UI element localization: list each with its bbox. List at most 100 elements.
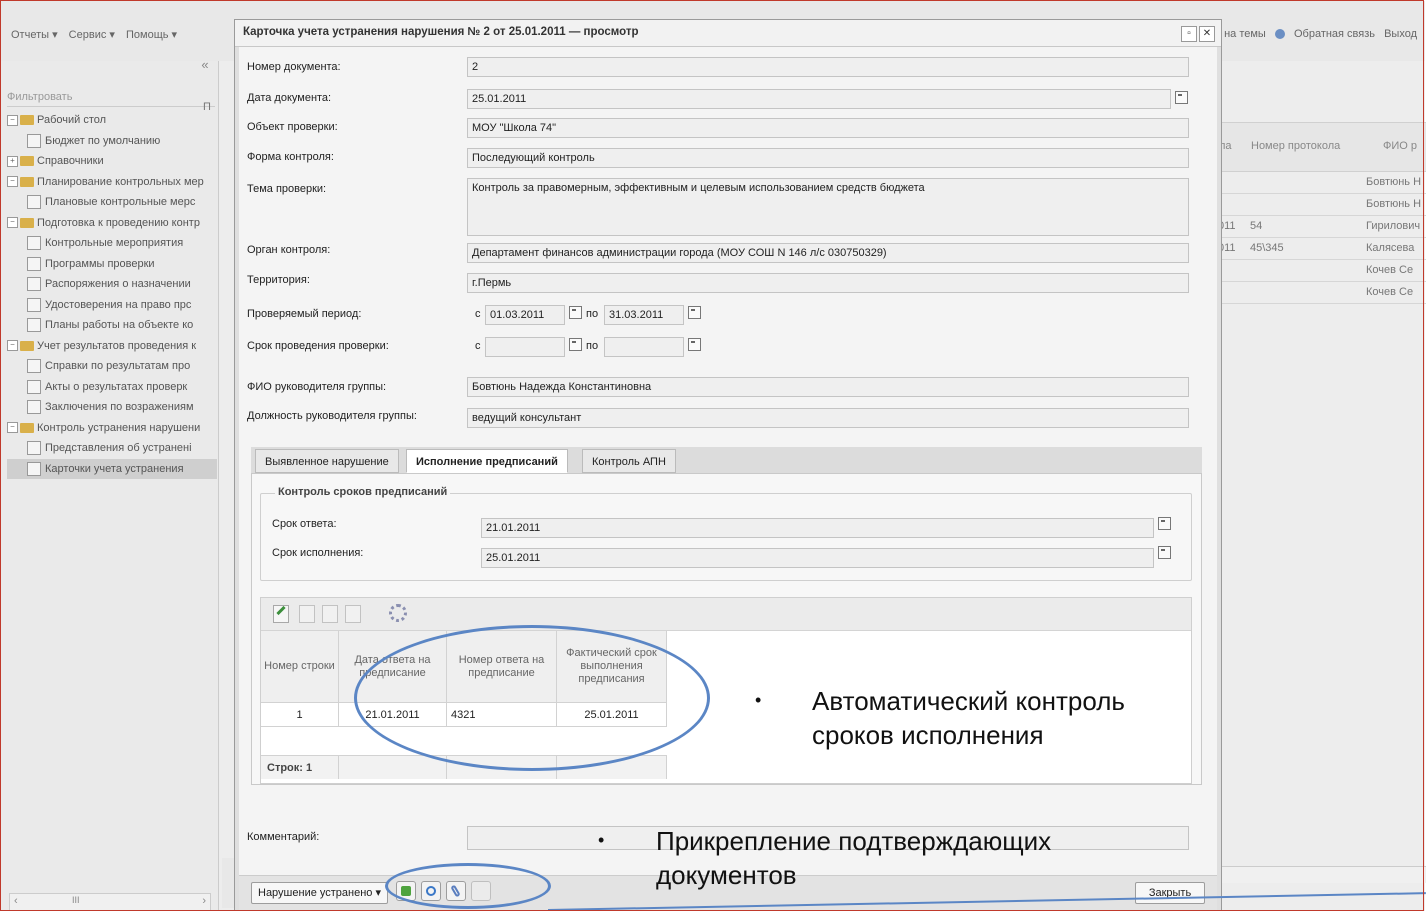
tree-item[interactable]: Представления об устранені <box>7 438 217 459</box>
menu-service[interactable]: Сервис ▾ <box>69 29 115 41</box>
list-grid-header: ла Номер протокола ФИО р <box>1216 122 1426 172</box>
expand-icon[interactable]: + <box>7 155 18 167</box>
tab-control-apn[interactable]: Контроль АПН <box>582 449 676 473</box>
collapse-icon[interactable]: − <box>7 340 18 352</box>
scroll-right-arrow[interactable]: › <box>202 895 206 907</box>
list-row[interactable]: 011 54 Гирилович <box>1216 215 1426 238</box>
tab-execution[interactable]: Исполнение предписаний <box>406 449 568 473</box>
menu-feedback[interactable]: Обратная связь <box>1294 28 1375 40</box>
period-from-field[interactable]: 01.03.2011 <box>485 305 565 325</box>
tab-detected-violation[interactable]: Выявленное нарушение <box>255 449 399 473</box>
doc-date-field[interactable]: 25.01.2011 <box>467 89 1171 109</box>
comment-label: Комментарий: <box>247 831 320 843</box>
deadline-fieldset-legend: Контроль сроков предписаний <box>275 486 451 498</box>
calendar-icon[interactable] <box>688 338 701 351</box>
tree-item[interactable]: Плановые контрольные мерс <box>7 192 217 213</box>
status-dropdown-button[interactable]: Нарушение устранено ▾ <box>251 882 389 904</box>
organ-field[interactable]: Департамент финансов администрации город… <box>467 243 1189 263</box>
collapse-icon[interactable]: − <box>7 176 18 188</box>
add-row-icon[interactable] <box>299 605 315 623</box>
object-field[interactable]: МОУ "Школа 74" <box>467 118 1189 138</box>
menu-themes[interactable]: на темы <box>1224 28 1266 40</box>
tree-item[interactable]: Заключения по возражениям <box>7 397 217 418</box>
close-icon[interactable]: ✕ <box>1199 26 1215 42</box>
collapse-panel-button[interactable]: « <box>196 57 214 75</box>
menu-reports[interactable]: Отчеты ▾ <box>11 29 58 41</box>
col-header-row-number[interactable]: Номер строки <box>261 631 339 703</box>
tree-item[interactable]: − Планирование контрольных мер <box>7 172 217 193</box>
tree-item[interactable]: Карточки учета устранения <box>7 458 217 479</box>
tree-item-label: Планы работы на объекте ко <box>45 319 194 331</box>
tree-item[interactable]: − Контроль устранения нарушени <box>7 418 217 439</box>
duration-to-field[interactable] <box>604 337 684 357</box>
list-row[interactable]: 011 45\345 Калясева <box>1216 237 1426 260</box>
navigation-tree: − Рабочий стол Бюджет по умолчанию + Справоч… <box>7 110 217 479</box>
territory-field[interactable]: г.Пермь <box>467 273 1189 293</box>
form-field[interactable]: Последующий контроль <box>467 148 1189 168</box>
tree-item[interactable]: Планы работы на объекте ко <box>7 315 217 336</box>
period-to-field[interactable]: 31.03.2011 <box>604 305 684 325</box>
document-icon <box>27 441 41 456</box>
tree-item-label: Программы проверки <box>45 257 155 270</box>
tree-item[interactable]: Контрольные мероприятия <box>7 233 217 254</box>
tree-horizontal-scrollbar[interactable]: ‹ III › <box>9 893 211 911</box>
tree-item-label: Контрольные мероприятия <box>45 237 184 249</box>
form-label: Форма контроля: <box>247 151 334 163</box>
tree-item[interactable]: Акты о результатах проверк <box>7 377 217 398</box>
collapse-icon[interactable]: − <box>7 422 18 434</box>
col-header-fio[interactable]: ФИО р <box>1383 140 1417 152</box>
position-field[interactable]: ведущий консультант <box>467 408 1189 428</box>
folder-icon <box>20 422 34 433</box>
edit-icon[interactable] <box>273 605 289 623</box>
collapse-icon[interactable]: − <box>7 114 18 126</box>
calendar-icon[interactable] <box>1158 517 1171 530</box>
tree-item[interactable]: Справки по результатам про <box>7 356 217 377</box>
collapse-icon[interactable]: − <box>7 217 18 229</box>
menu-help[interactable]: Помощь ▾ <box>126 29 177 41</box>
tree-item[interactable]: Распоряжения о назначении <box>7 274 217 295</box>
tree-item-label: Бюджет по умолчанию <box>45 134 161 147</box>
period-from-label: с <box>475 308 481 320</box>
grid-cell[interactable]: 1 <box>261 703 339 727</box>
exec-deadline-label: Срок исполнения: <box>272 547 364 559</box>
list-horizontal-scrollbar[interactable] <box>1216 866 1426 883</box>
head-label: ФИО руководителя группы: <box>247 381 387 393</box>
list-row[interactable]: Кочев Се <box>1216 281 1426 304</box>
tree-item[interactable]: Программы проверки <box>7 254 217 275</box>
callout-attach-docs: Прикрепление подтверждающих документов <box>656 824 1051 892</box>
doc-number-field[interactable]: 2 <box>467 57 1189 77</box>
tree-filter-input[interactable]: Фильтровать <box>7 88 215 107</box>
tree-item[interactable]: Бюджет по умолчанию <box>7 131 217 152</box>
calendar-icon[interactable] <box>569 306 582 319</box>
period-label: Проверяемый период: <box>247 308 362 320</box>
exec-deadline-field[interactable]: 25.01.2011 <box>481 548 1154 568</box>
tree-item[interactable]: − Подготовка к проведению контр <box>7 213 217 234</box>
col-header-protocol[interactable]: Номер протокола <box>1251 140 1340 152</box>
list-row[interactable]: Бовтюнь Н <box>1216 193 1426 216</box>
scroll-left-arrow[interactable]: ‹ <box>14 895 18 907</box>
restore-icon[interactable]: ▫ <box>1181 26 1197 42</box>
tree-item[interactable]: − Учет результатов проведения к <box>7 336 217 357</box>
answer-deadline-field[interactable]: 21.01.2011 <box>481 518 1154 538</box>
duration-to-label: по <box>586 340 599 352</box>
tree-item[interactable]: Удостоверения на право прс <box>7 295 217 316</box>
calendar-icon[interactable] <box>569 338 582 351</box>
calendar-icon[interactable] <box>1158 546 1171 559</box>
head-field[interactable]: Бовтюнь Надежда Константиновна <box>467 377 1189 397</box>
list-row[interactable]: Кочев Се <box>1216 259 1426 282</box>
tree-item[interactable]: − Рабочий стол <box>7 110 217 131</box>
menu-exit[interactable]: Выход <box>1384 28 1417 40</box>
delete-row-icon[interactable] <box>345 605 361 623</box>
list-cell: Бовтюнь Н <box>1366 198 1422 210</box>
calendar-icon[interactable] <box>1175 91 1188 104</box>
close-button[interactable]: Закрыть <box>1135 882 1205 904</box>
tree-item[interactable]: + Справочники <box>7 151 217 172</box>
copy-row-icon[interactable] <box>322 605 338 623</box>
grid-toolbar <box>261 598 1191 631</box>
calendar-icon[interactable] <box>688 306 701 319</box>
topic-field[interactable]: Контроль за правомерным, эффективным и ц… <box>467 178 1189 236</box>
duration-from-field[interactable] <box>485 337 565 357</box>
scroll-thumb[interactable]: III <box>72 895 80 905</box>
list-row[interactable]: Бовтюнь Н <box>1216 171 1426 194</box>
settings-gear-icon[interactable] <box>389 604 407 622</box>
